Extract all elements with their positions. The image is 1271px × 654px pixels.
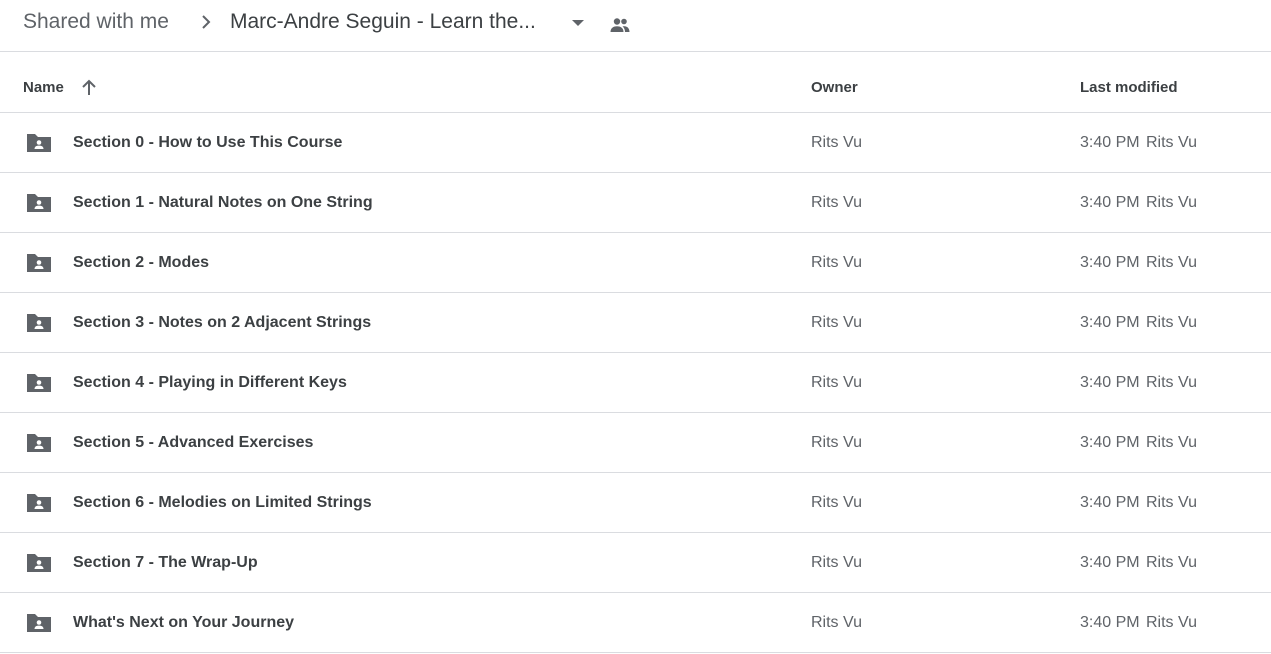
- column-header-name[interactable]: Name: [23, 79, 64, 97]
- file-owner: Rits Vu: [811, 194, 862, 211]
- file-row[interactable]: Section 1 - Natural Notes on One String …: [0, 173, 1271, 233]
- file-name[interactable]: Section 2 - Modes: [73, 254, 209, 272]
- file-owner: Rits Vu: [811, 434, 862, 451]
- file-modified-by: Rits Vu: [1146, 434, 1197, 451]
- file-name[interactable]: Section 7 - The Wrap-Up: [73, 554, 258, 572]
- file-row[interactable]: Section 6 - Melodies on Limited Strings …: [0, 473, 1271, 533]
- shared-folder-icon: [27, 374, 51, 392]
- breadcrumb-shared-with-me[interactable]: Shared with me: [23, 9, 169, 35]
- column-header-row: Name Owner Last modified: [0, 53, 1271, 113]
- file-modified-time: 3:40 PM: [1080, 494, 1140, 511]
- file-modified-time: 3:40 PM: [1080, 314, 1140, 331]
- shared-folder-icon: [27, 434, 51, 452]
- file-name[interactable]: Section 0 - How to Use This Course: [73, 134, 342, 152]
- shared-folder-icon: [27, 194, 51, 212]
- file-modified-time: 3:40 PM: [1080, 434, 1140, 451]
- file-list: Section 0 - How to Use This Course Rits …: [0, 113, 1271, 653]
- file-name[interactable]: Section 5 - Advanced Exercises: [73, 434, 313, 452]
- file-modified-time: 3:40 PM: [1080, 554, 1140, 571]
- file-row[interactable]: Section 5 - Advanced Exercises Rits Vu 3…: [0, 413, 1271, 473]
- file-modified-time: 3:40 PM: [1080, 374, 1140, 391]
- file-name[interactable]: What's Next on Your Journey: [73, 614, 294, 632]
- file-row[interactable]: What's Next on Your Journey Rits Vu 3:40…: [0, 593, 1271, 653]
- column-header-last-modified[interactable]: Last modified: [1080, 79, 1178, 97]
- file-modified-by: Rits Vu: [1146, 314, 1197, 331]
- shared-folder-icon: [27, 554, 51, 572]
- dropdown-arrow-icon[interactable]: [567, 15, 589, 31]
- file-owner: Rits Vu: [811, 494, 862, 511]
- shared-folder-icon: [27, 314, 51, 332]
- sort-ascending-icon[interactable]: [79, 77, 99, 99]
- shared-folder-icon: [27, 134, 51, 152]
- file-owner: Rits Vu: [811, 614, 862, 631]
- file-owner: Rits Vu: [811, 314, 862, 331]
- file-modified-time: 3:40 PM: [1080, 254, 1140, 271]
- file-modified-by: Rits Vu: [1146, 374, 1197, 391]
- breadcrumb-bar: Shared with me Marc-Andre Seguin - Learn…: [0, 0, 1271, 52]
- file-modified-time: 3:40 PM: [1080, 134, 1140, 151]
- shared-folder-icon: [27, 254, 51, 272]
- file-name[interactable]: Section 3 - Notes on 2 Adjacent Strings: [73, 314, 371, 332]
- file-modified-by: Rits Vu: [1146, 254, 1197, 271]
- file-owner: Rits Vu: [811, 134, 862, 151]
- file-modified-by: Rits Vu: [1146, 554, 1197, 571]
- file-owner: Rits Vu: [811, 554, 862, 571]
- file-modified-by: Rits Vu: [1146, 134, 1197, 151]
- column-header-owner[interactable]: Owner: [811, 79, 858, 97]
- file-row[interactable]: Section 4 - Playing in Different Keys Ri…: [0, 353, 1271, 413]
- shared-people-icon[interactable]: [608, 13, 632, 37]
- file-modified-by: Rits Vu: [1146, 194, 1197, 211]
- file-modified-time: 3:40 PM: [1080, 614, 1140, 631]
- shared-folder-icon: [27, 614, 51, 632]
- shared-folder-icon: [27, 494, 51, 512]
- file-modified-by: Rits Vu: [1146, 494, 1197, 511]
- file-row[interactable]: Section 7 - The Wrap-Up Rits Vu 3:40 PM …: [0, 533, 1271, 593]
- file-modified-by: Rits Vu: [1146, 614, 1197, 631]
- file-name[interactable]: Section 6 - Melodies on Limited Strings: [73, 494, 372, 512]
- file-name[interactable]: Section 4 - Playing in Different Keys: [73, 374, 347, 392]
- file-row[interactable]: Section 0 - How to Use This Course Rits …: [0, 113, 1271, 173]
- chevron-right-icon: [202, 15, 211, 29]
- breadcrumb-current-folder[interactable]: Marc-Andre Seguin - Learn the...: [230, 9, 536, 35]
- file-row[interactable]: Section 3 - Notes on 2 Adjacent Strings …: [0, 293, 1271, 353]
- file-owner: Rits Vu: [811, 254, 862, 271]
- file-owner: Rits Vu: [811, 374, 862, 391]
- file-modified-time: 3:40 PM: [1080, 194, 1140, 211]
- file-row[interactable]: Section 2 - Modes Rits Vu 3:40 PM Rits V…: [0, 233, 1271, 293]
- file-name[interactable]: Section 1 - Natural Notes on One String: [73, 194, 373, 212]
